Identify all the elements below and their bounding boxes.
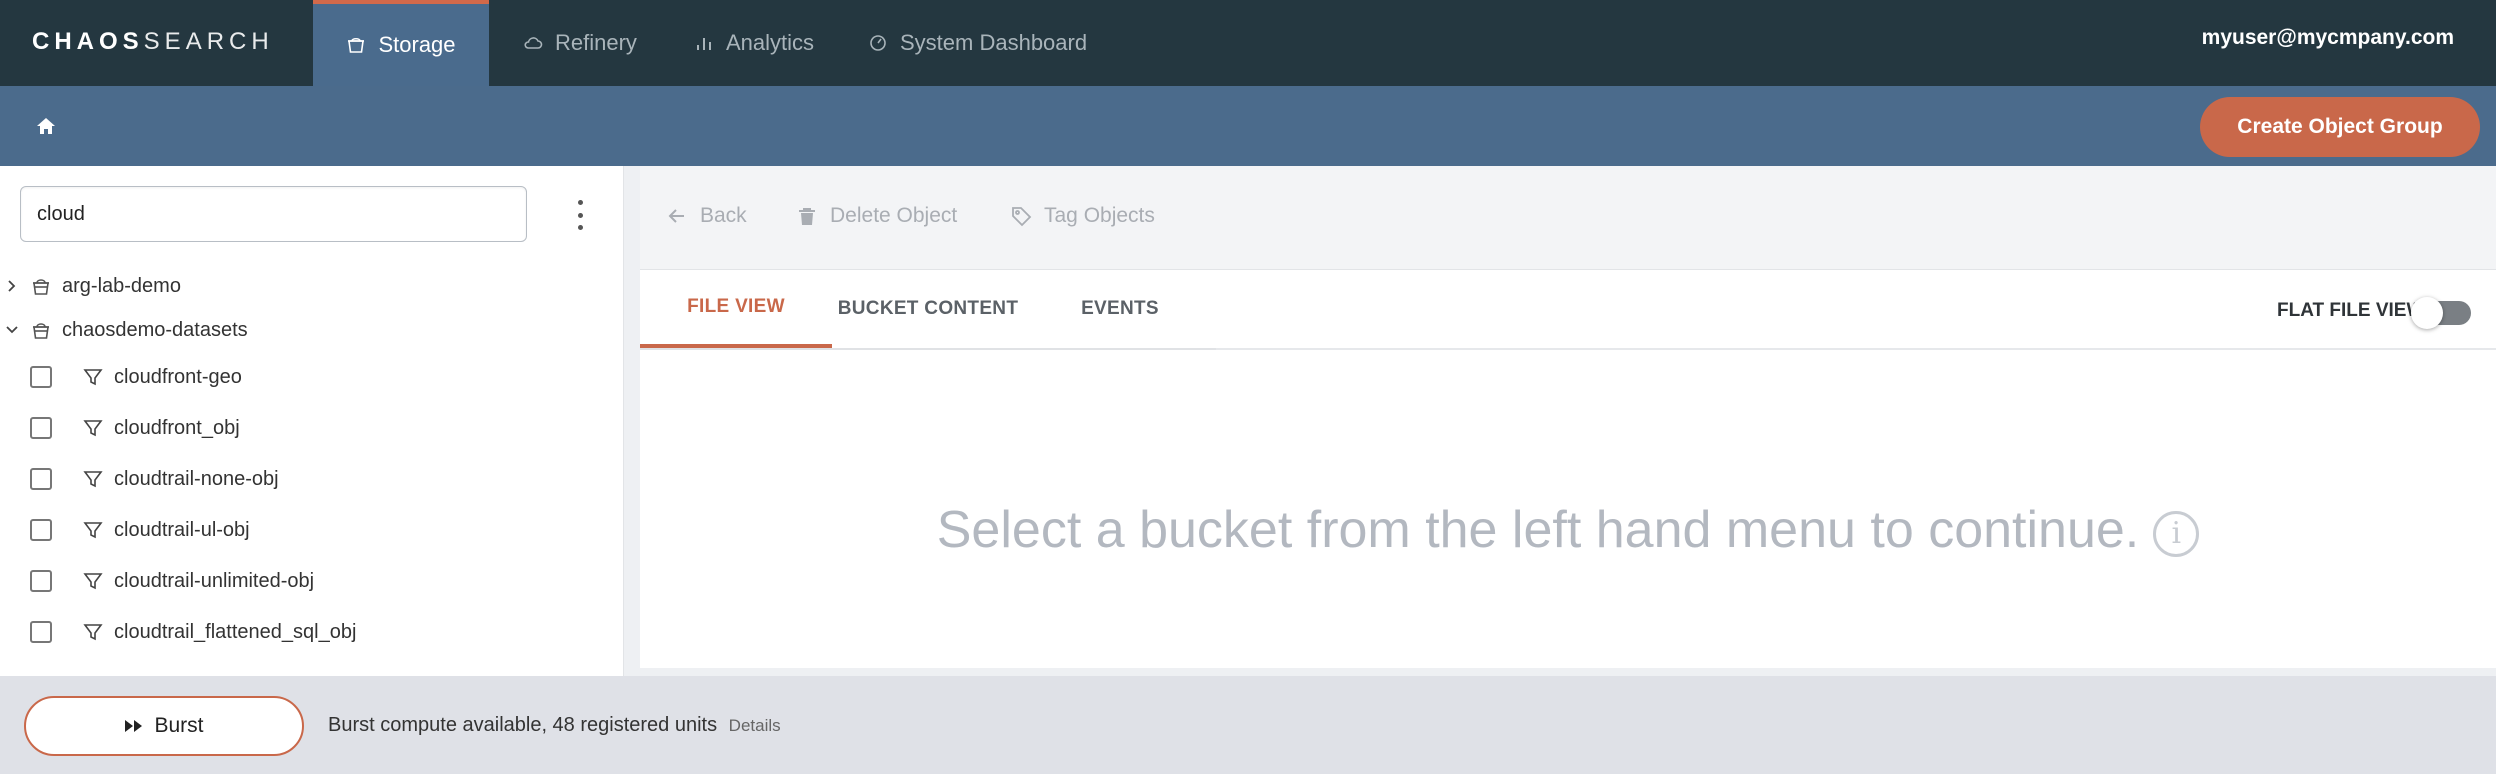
object-checkbox[interactable] xyxy=(30,621,52,643)
bucket-row-arg-lab-demo[interactable]: arg-lab-demo xyxy=(4,268,181,304)
nav-tab-refinery[interactable]: Refinery xyxy=(523,0,637,86)
object-name: cloudtrail-ul-obj xyxy=(114,518,250,541)
logo[interactable]: CHAOSSEARCH xyxy=(32,28,274,56)
object-name: cloudfront-geo xyxy=(114,365,242,388)
nav-tab-system-dashboard[interactable]: System Dashboard xyxy=(868,0,1087,86)
sidebar: arg-lab-demo chaosdemo-datasets cloudfro… xyxy=(0,166,624,676)
search-input[interactable] xyxy=(20,186,527,242)
info-icon: i xyxy=(2153,511,2200,557)
logo-part-search: SEARCH xyxy=(143,28,274,55)
bucket-icon xyxy=(33,323,49,339)
object-checkbox[interactable] xyxy=(30,570,52,592)
burst-label: Burst xyxy=(154,714,204,737)
burst-status: Burst compute available, 48 registered u… xyxy=(328,714,781,737)
object-row[interactable]: cloudtrail-none-obj xyxy=(30,461,279,497)
tab-underline xyxy=(640,348,1216,350)
object-row[interactable]: cloudfront_obj xyxy=(30,410,240,446)
nav-tab-label: Analytics xyxy=(726,30,815,55)
nav-tab-analytics[interactable]: Analytics xyxy=(694,0,814,86)
object-name: cloudtrail-unlimited-obj xyxy=(114,569,315,592)
cloud-icon xyxy=(524,37,543,49)
tag-objects-label: Tag Objects xyxy=(1044,204,1155,227)
filter-icon xyxy=(83,573,103,590)
tab-bucket-content[interactable]: BUCKET CONTENT xyxy=(832,270,1024,348)
nav-tab-label: Refinery xyxy=(555,30,637,55)
object-name: cloudtrail-none-obj xyxy=(114,467,279,490)
user-email[interactable]: myuser@mycmpany.com xyxy=(2202,26,2454,50)
trash-icon xyxy=(799,208,815,225)
filter-icon xyxy=(83,522,103,539)
tag-icon xyxy=(1012,207,1032,227)
object-row[interactable]: cloudfront-geo xyxy=(30,359,242,395)
home-icon[interactable] xyxy=(34,114,58,138)
toolbar: Back Delete Object Tag Objects xyxy=(640,166,2496,270)
burst-button[interactable]: Burst xyxy=(24,696,304,756)
nav-tab-storage[interactable]: Storage xyxy=(313,0,489,86)
empty-state: Select a bucket from the left hand menu … xyxy=(640,500,2496,560)
flat-file-view-label: FLAT FILE VIEW xyxy=(2277,300,2425,321)
burst-status-text: Burst compute available, 48 registered u… xyxy=(328,714,718,736)
sub-header: Create Object Group xyxy=(0,86,2496,166)
toggle-knob xyxy=(2411,297,2443,329)
chevron-right-icon[interactable] xyxy=(4,278,20,294)
delete-object-label: Delete Object xyxy=(830,204,958,227)
bucket-name: chaosdemo-datasets xyxy=(62,318,248,341)
object-row[interactable]: cloudtrail-unlimited-obj xyxy=(30,563,314,599)
object-row[interactable]: cloudtrail-ul-obj xyxy=(30,512,250,548)
bucket-icon xyxy=(33,279,49,295)
tag-objects-button[interactable]: Tag Objects xyxy=(1010,204,1155,228)
object-checkbox[interactable] xyxy=(30,468,52,490)
logo-part-chaos: CHAOS xyxy=(32,28,144,55)
more-options-icon[interactable] xyxy=(570,200,590,230)
create-object-group-button[interactable]: Create Object Group xyxy=(2200,97,2480,157)
bucket-name: arg-lab-demo xyxy=(62,274,181,297)
nav-tab-label: Storage xyxy=(378,32,456,57)
bar-chart-icon xyxy=(697,38,711,50)
details-link[interactable]: Details xyxy=(729,716,781,735)
arrow-left-icon xyxy=(668,209,684,223)
filter-icon xyxy=(83,369,103,386)
object-checkbox[interactable] xyxy=(30,417,52,439)
object-name: cloudfront_obj xyxy=(114,416,240,439)
filter-icon xyxy=(83,471,103,488)
tab-file-view[interactable]: FILE VIEW xyxy=(640,270,832,348)
nav-tab-label: System Dashboard xyxy=(900,30,1088,55)
delete-object-button[interactable]: Delete Object xyxy=(796,204,957,228)
bucket-row-chaosdemo-datasets[interactable]: chaosdemo-datasets xyxy=(4,312,248,348)
tab-events[interactable]: EVENTS xyxy=(1024,270,1216,348)
bucket-icon xyxy=(348,37,365,53)
object-checkbox[interactable] xyxy=(30,519,52,541)
fast-forward-icon xyxy=(125,720,143,732)
filter-icon xyxy=(83,624,103,641)
object-checkbox[interactable] xyxy=(30,366,52,388)
empty-state-message: Select a bucket from the left hand menu … xyxy=(936,501,2140,559)
back-button[interactable]: Back xyxy=(666,204,747,228)
object-name: cloudtrail_flattened_sql_obj xyxy=(114,620,357,643)
main-panel: Back Delete Object Tag Objects FILE VIEW… xyxy=(640,166,2496,668)
top-nav: CHAOSSEARCH Storage Refinery Analytics S… xyxy=(0,0,2496,86)
back-label: Back xyxy=(700,204,747,227)
flat-file-view-toggle[interactable] xyxy=(2411,297,2471,329)
tab-bar: FILE VIEW BUCKET CONTENT EVENTS FLAT FIL… xyxy=(640,270,2496,350)
filter-icon xyxy=(83,420,103,437)
gauge-icon xyxy=(870,35,886,51)
footer-bar: Burst Burst compute available, 48 regist… xyxy=(0,676,2496,774)
object-row[interactable]: cloudtrail_flattened_sql_obj xyxy=(30,614,356,650)
chevron-down-icon[interactable] xyxy=(4,322,20,338)
